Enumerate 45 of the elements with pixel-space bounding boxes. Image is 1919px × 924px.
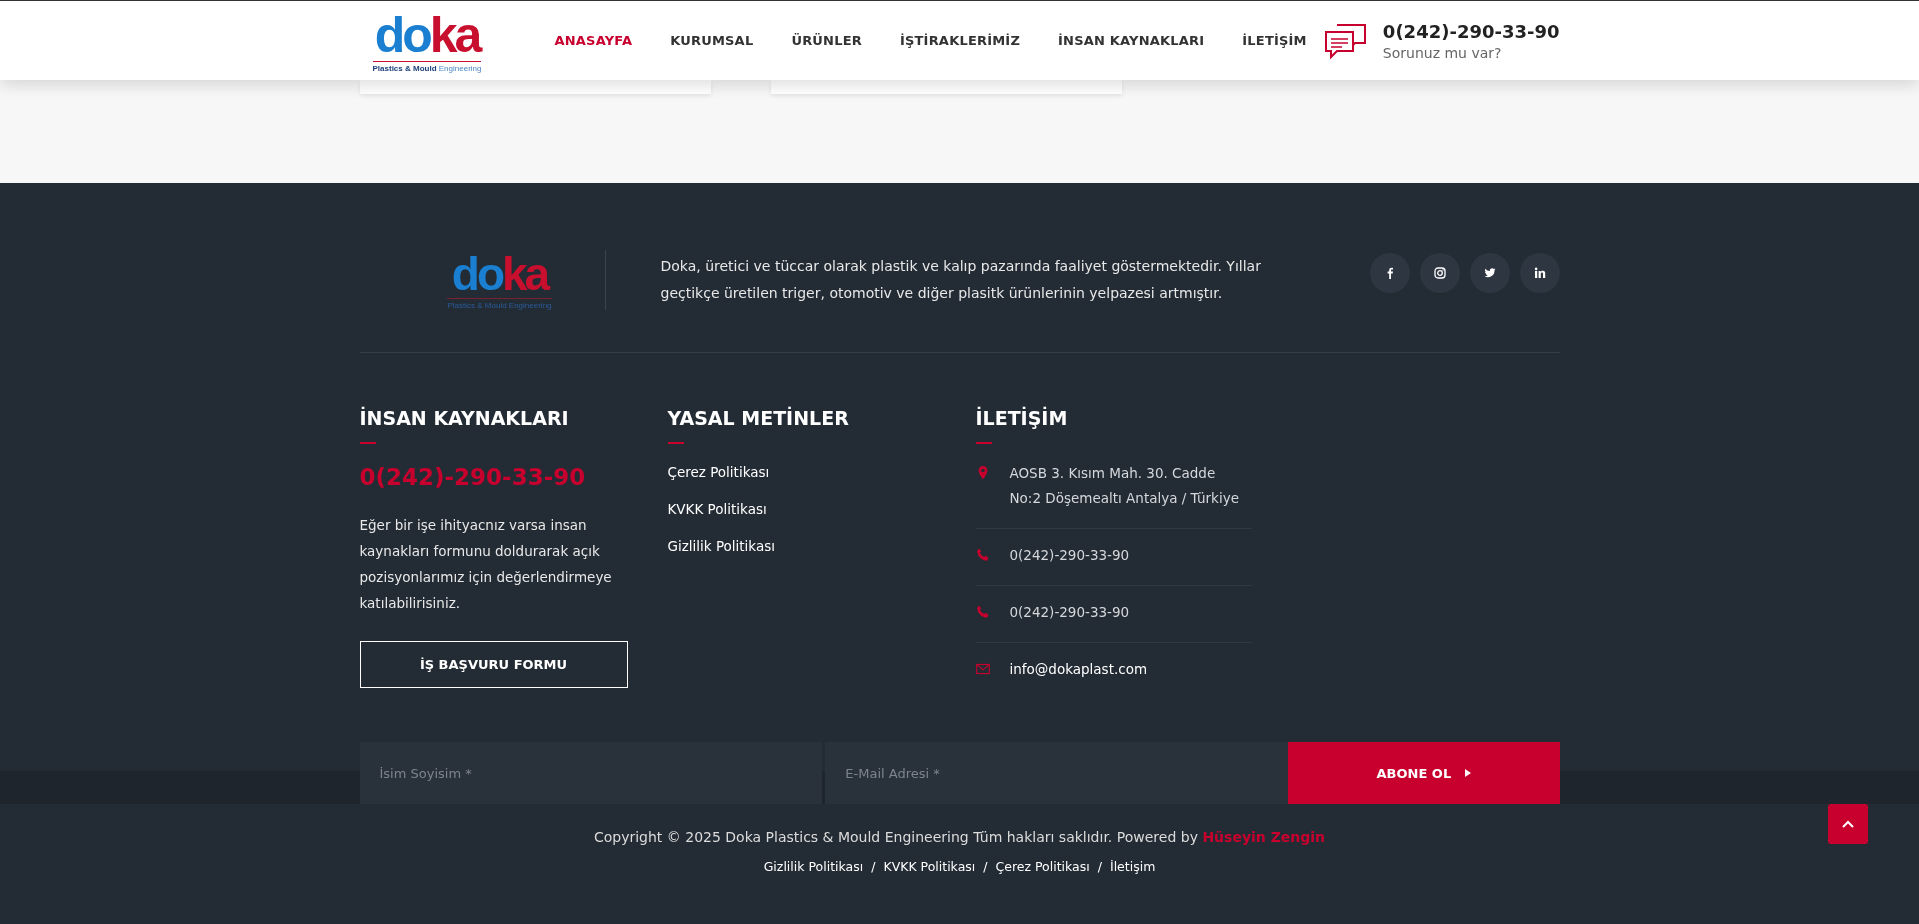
subscribe-button[interactable]: ABONE OL (1288, 742, 1560, 804)
linkedin-icon (1533, 267, 1546, 279)
linkedin-button[interactable] (1519, 253, 1560, 293)
nav-link[interactable]: ÜRÜNLER (791, 33, 862, 48)
name-input[interactable]: İsim Soyisim * (359, 742, 823, 804)
separator-slash: / (1097, 859, 1102, 874)
header-subtitle: Sorunuz mu var? (1382, 44, 1503, 61)
footer-link[interactable]: Gizlilik Politikası (763, 859, 864, 874)
copyright-text: Copyright © 2025 Doka Plastics & Mould Engineering Tüm hakları saklıdır. Powered by (593, 829, 1198, 845)
phone-icon (975, 605, 990, 619)
separator-slash: / (983, 859, 988, 874)
company-logo[interactable]: doka Plastics & Mould Engineering (359, 8, 495, 73)
column-heading: YASAL METİNLER (667, 407, 850, 429)
caret-icon (1465, 769, 1472, 777)
chevron-up-icon (1842, 820, 1854, 828)
footer-link[interactable]: İletişim (1109, 859, 1156, 874)
header-phone[interactable]: 0(242)-290-33-90 (1382, 20, 1560, 42)
policy-link[interactable]: Çerez Politikası (667, 464, 976, 480)
nav-link[interactable]: İNSAN KAYNAKLARI (1058, 33, 1205, 48)
twitter-button[interactable] (1469, 253, 1510, 293)
email-input[interactable]: E-Mail Adresi * (825, 742, 1289, 804)
column-heading: İNSAN KAYNAKLARI (359, 407, 570, 429)
footer-link[interactable]: KVKK Politikası (883, 859, 976, 874)
envelope-icon (975, 662, 990, 676)
nav-link[interactable]: İLETİŞİM (1242, 33, 1307, 48)
hr-description: Eğer bir işe ihityacnız varsa insan kaynakları formunu doldurarak açık pozisyonlarımız için değerlendirmeye katılabilirisiniz. (359, 516, 613, 613)
policy-link[interactable]: Gizlilik Politikası (667, 538, 976, 554)
twitter-icon (1483, 267, 1496, 279)
email-text[interactable]: info@dokaplast.com (1009, 657, 1148, 682)
nav-link[interactable]: İŞTİRAKLERİMİZ (899, 33, 1020, 48)
instagram-button[interactable] (1419, 253, 1460, 293)
separator-slash: / (871, 859, 876, 874)
instagram-icon (1433, 267, 1446, 279)
phone-text[interactable]: 0(242)-290-33-90 (1009, 543, 1130, 568)
phone-icon (975, 548, 990, 562)
phone-text[interactable]: 0(242)-290-33-90 (1009, 600, 1130, 625)
application-form-button[interactable]: İŞ BAŞVURU FORMU (359, 641, 628, 688)
column-heading: İLETİŞİM (975, 407, 1069, 429)
address-text: AOSB 3. Kısım Mah. 30. Cadde No:2 Döşemealtı Antalya / Türkiye (1009, 464, 1239, 508)
policy-link[interactable]: KVKK Politikası (667, 501, 976, 517)
nav-link[interactable]: KURUMSAL (670, 33, 754, 48)
footer-link[interactable]: Çerez Politikası (995, 859, 1090, 874)
company-description: Doka, üretici ve tüccar olarak plastik ve kalıp pazarında faaliyet göstermektedir. Yıllar geçtikçe üretilen triger, otomotiv ve diğer plasitk ürünlerinin yelpazesi artmıştır. (660, 257, 1262, 303)
nav-link[interactable]: ANASAYFA (554, 33, 633, 48)
facebook-button[interactable] (1369, 253, 1410, 293)
